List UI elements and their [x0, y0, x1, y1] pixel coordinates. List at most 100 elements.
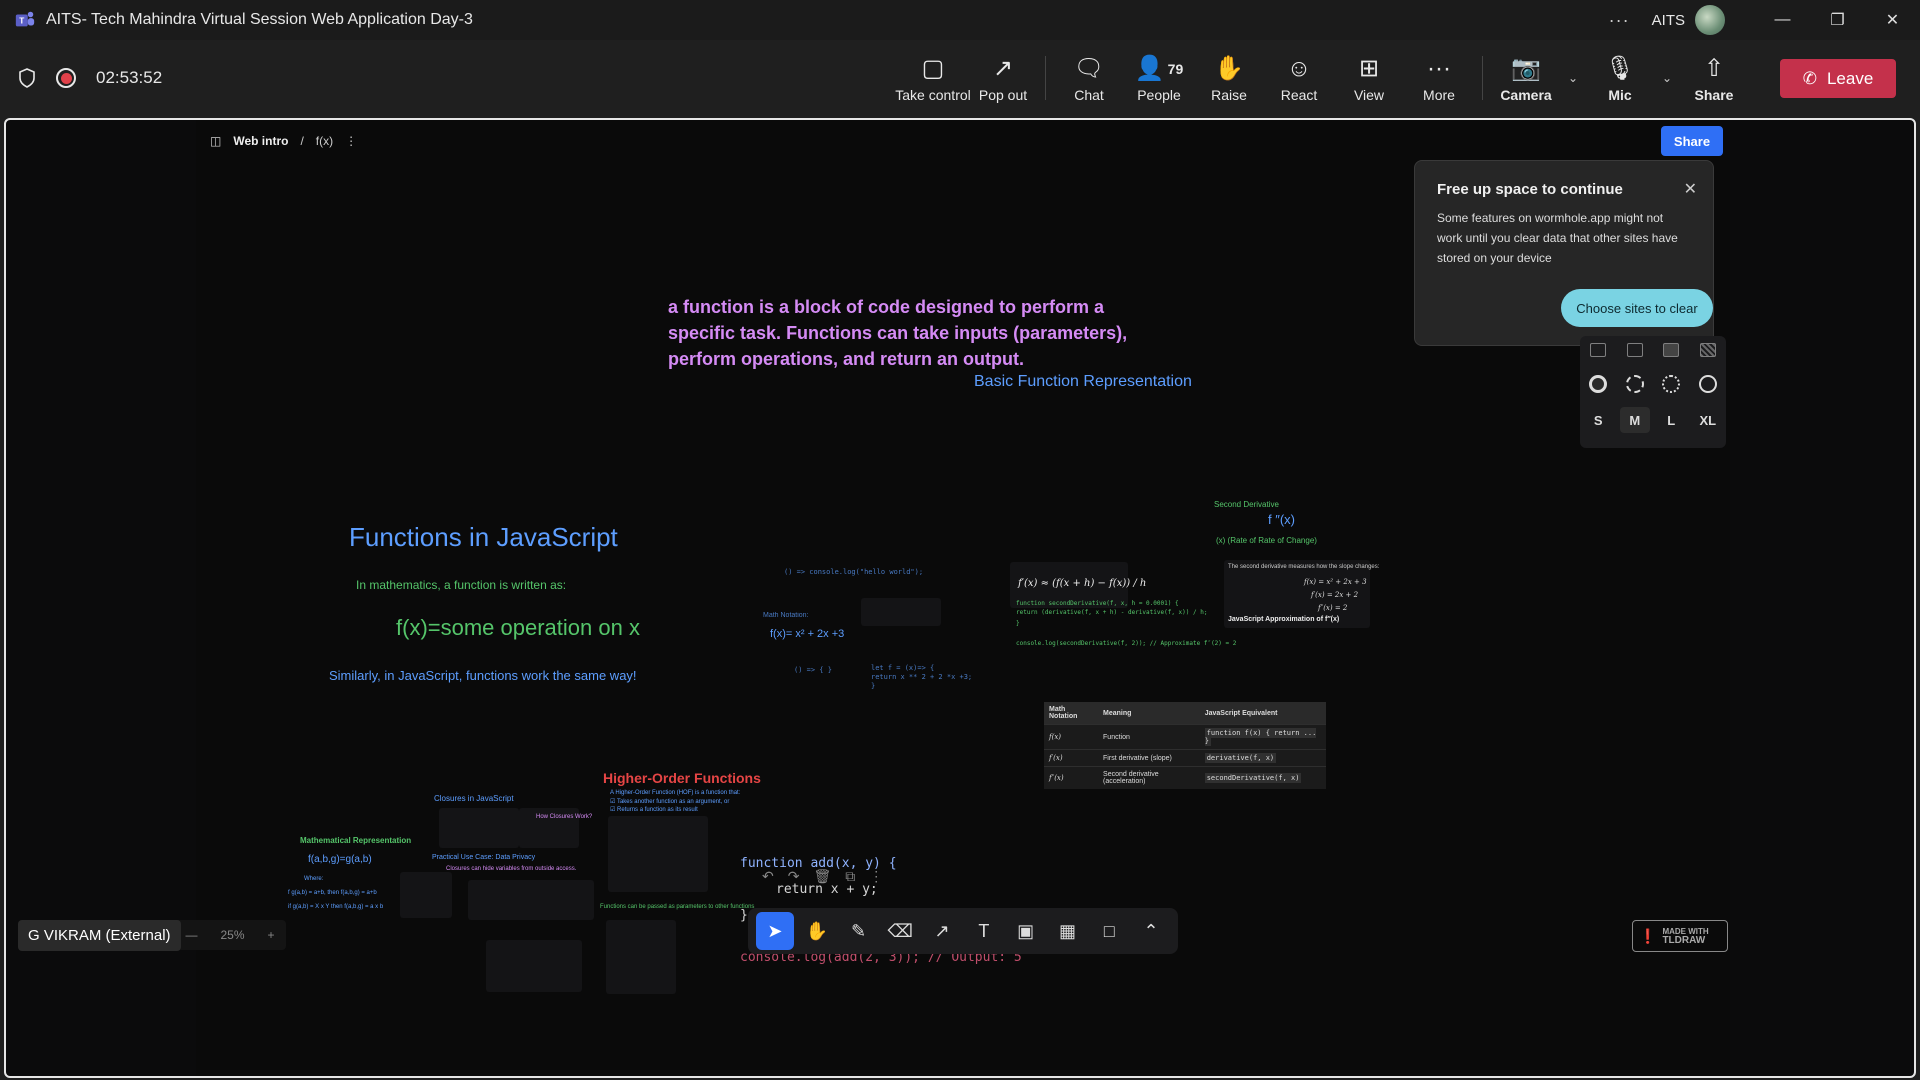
made-with-tldraw-badge[interactable]: ❗ MADE WITH TLDRAW [1632, 920, 1728, 952]
choose-sites-button[interactable]: Choose sites to clear [1561, 289, 1713, 327]
hof-title: Higher-Order Functions [603, 770, 761, 786]
let-f-line-2: return x ** 2 + 2 *x +3; [871, 673, 973, 681]
pop-out-button[interactable]: ↗ Pop out [969, 40, 1037, 116]
duplicate-icon[interactable]: ⧉ [845, 868, 855, 885]
basic-representation-label: Basic Function Representation [974, 373, 1192, 390]
teams-icon: T [15, 11, 35, 27]
camera-off-icon: 📷 [1511, 54, 1541, 82]
table-cell: secondDerivative(f, x) [1199, 766, 1326, 789]
close-icon[interactable]: ✕ [1684, 179, 1697, 199]
definition-line-1: a function is a block of code designed t… [668, 297, 1105, 317]
restore-icon[interactable]: ❐ [1810, 0, 1865, 40]
take-control-button[interactable]: ▢ Take control [895, 40, 970, 116]
let-f-line-1: let f = (x)=> { [871, 664, 935, 672]
drawing-toolbar: ➤ ✋ ✎ ⌫ ↗ T ▣ ▦ □ ⌃ [748, 908, 1178, 954]
redo-icon[interactable]: ↷ [788, 868, 800, 885]
pencil-tool-icon[interactable]: ✎ [839, 912, 877, 950]
undo-icon[interactable]: ↶ [762, 868, 774, 885]
react-button[interactable]: ☺ React [1264, 40, 1334, 116]
share-screen-button[interactable]: ⇧ Share [1679, 40, 1749, 116]
chat-button[interactable]: 🗨 Chat [1054, 40, 1124, 116]
tldraw-logo-icon: ❗ [1639, 927, 1657, 944]
zoom-level[interactable]: 25% [220, 928, 244, 942]
let-f-line-3: } [871, 682, 876, 690]
mic-options-chevron-icon[interactable]: ⌄ [1655, 71, 1679, 85]
image-tool-icon[interactable]: ▦ [1048, 912, 1086, 950]
breadcrumb-page[interactable]: f(x) [316, 134, 333, 148]
fill-semi-icon[interactable] [1626, 343, 1643, 357]
table-cell: f″(x) [1044, 766, 1099, 789]
more-actions-icon[interactable]: ⋮ [869, 868, 883, 885]
breadcrumb-section[interactable]: Web intro [233, 134, 288, 148]
note-tool-icon[interactable]: ▣ [1007, 912, 1045, 950]
fill-pattern-icon[interactable] [1699, 343, 1716, 357]
toolbar-divider [1045, 56, 1046, 100]
expand-tools-icon[interactable]: ⌃ [1132, 912, 1170, 950]
size-large[interactable]: L [1656, 407, 1686, 433]
table-cell: Function [1098, 724, 1200, 750]
size-small[interactable]: S [1583, 407, 1613, 433]
delete-icon[interactable]: 🗑 [813, 868, 831, 885]
definition-line-3: perform operations, and return an output… [668, 349, 1025, 369]
sidebar-toggle-icon[interactable]: ◫ [210, 134, 221, 148]
text-tool-icon[interactable]: T [965, 912, 1003, 950]
people-count: 79 [1167, 60, 1184, 77]
whiteboard-canvas[interactable]: ◫ Web intro / f(x) ⋮ Share a function is… [196, 120, 1730, 1076]
close-icon[interactable]: ✕ [1865, 0, 1920, 40]
people-button[interactable]: 👤 79 People [1124, 40, 1194, 116]
zoom-in-icon[interactable]: + [267, 928, 274, 942]
table-row: f′(x) First derivative (slope) derivativ… [1044, 749, 1326, 767]
people-icon: 👤 [1134, 54, 1165, 82]
table-cell: Second derivative (acceleration) [1098, 766, 1200, 789]
size-extra-large[interactable]: XL [1693, 407, 1723, 433]
zoom-out-icon[interactable]: — [185, 928, 197, 942]
org-name: AITS [1651, 11, 1685, 29]
camera-options-chevron-icon[interactable]: ⌄ [1561, 71, 1585, 85]
table-code: secondDerivative(f, x) [1204, 773, 1302, 783]
hand-tool-icon[interactable]: ✋ [798, 912, 836, 950]
raise-hand-button[interactable]: ✋ Raise [1194, 40, 1264, 116]
table-cell: First derivative (slope) [1098, 749, 1200, 767]
second-derivative-description: The second derivative measures how the s… [1228, 564, 1380, 570]
mic-button[interactable]: 🎙 Mic [1585, 40, 1655, 116]
leave-button[interactable]: ✆ Leave [1780, 59, 1896, 98]
size-medium[interactable]: M [1619, 407, 1650, 433]
minimize-icon[interactable]: — [1755, 0, 1810, 40]
toolbar-divider [1482, 56, 1483, 100]
stroke-dotted-icon[interactable] [1662, 375, 1681, 393]
share-screen-icon: ⇧ [1703, 54, 1725, 82]
select-tool-icon[interactable]: ➤ [755, 912, 794, 950]
eraser-tool-icon[interactable]: ⌫ [881, 912, 919, 950]
board-share-button[interactable]: Share [1661, 126, 1723, 156]
hof-code-block [606, 920, 676, 994]
fill-none-icon[interactable] [1590, 343, 1607, 357]
arrow-tool-icon[interactable]: ↗ [923, 912, 961, 950]
second-derivative-code-3: } [1016, 620, 1020, 627]
action-bar: ↶ ↷ 🗑 ⧉ ⋮ [762, 868, 883, 885]
stroke-dashed-icon[interactable] [1625, 375, 1644, 393]
table-header: Meaning [1098, 702, 1200, 725]
more-button[interactable]: ··· More [1404, 40, 1474, 116]
poly-line-3: f″(x) = 2 [1318, 604, 1348, 612]
stroke-solid-icon[interactable] [1698, 375, 1717, 393]
stroke-draw-icon[interactable] [1589, 375, 1608, 393]
how-closures-label: How Closures Work? [536, 814, 593, 820]
avatar[interactable] [1695, 5, 1725, 35]
rate-of-rate-label: (x) (Rate of Rate of Change) [1216, 536, 1317, 545]
definition-line-2: specific task. Functions can take inputs… [668, 323, 1128, 343]
table-cell: function f(x) { return ... } [1199, 724, 1326, 750]
fill-solid-icon[interactable] [1663, 343, 1680, 357]
more-options-icon[interactable]: ··· [1609, 10, 1630, 31]
shield-icon [19, 68, 35, 88]
speaker-name-label: G VIKRAM (External) [18, 920, 181, 951]
view-button[interactable]: ⊞ View [1334, 40, 1404, 116]
fx-expression: f(x)=some operation on x [396, 615, 640, 640]
page-menu-icon[interactable]: ⋮ [345, 134, 357, 148]
camera-button[interactable]: 📷 Camera [1491, 40, 1561, 116]
code-snippet-block [861, 598, 941, 626]
table-row: f(x) Function function f(x) { return ...… [1044, 724, 1326, 750]
rectangle-tool-icon[interactable]: □ [1090, 912, 1128, 950]
dialog-title: Free up space to continue [1437, 181, 1623, 198]
checkbox-icon: ☑ [610, 799, 617, 805]
title-bar: T AITS- Tech Mahindra Virtual Session We… [0, 0, 1920, 40]
